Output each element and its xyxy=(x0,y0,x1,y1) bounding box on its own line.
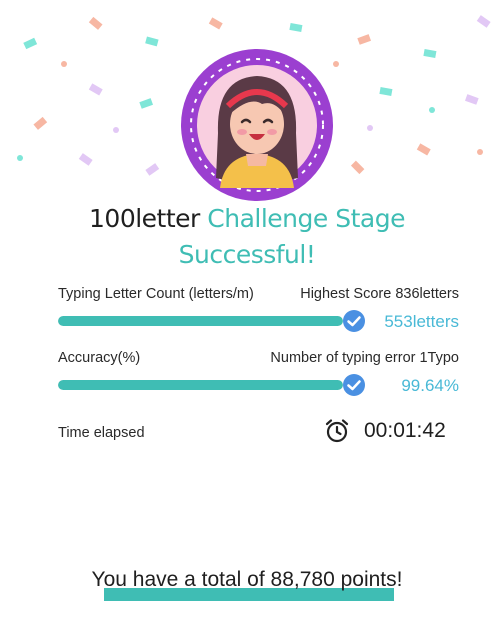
check-circle-icon xyxy=(343,310,365,332)
accuracy-label: Accuracy(%) xyxy=(58,350,141,366)
typing-count-value: 553letters xyxy=(384,312,459,331)
typing-count-label: Typing Letter Count (letters/m) xyxy=(58,286,254,302)
result-title: 100letter Challenge Stage xyxy=(0,204,494,233)
typing-count-bar-fill xyxy=(58,316,343,326)
title-prefix: 100letter xyxy=(89,204,200,233)
avatar xyxy=(180,48,334,202)
time-elapsed-value: 00:01:42 xyxy=(364,419,446,442)
accuracy-bar-fill xyxy=(58,380,343,390)
time-elapsed-label: Time elapsed xyxy=(58,425,145,441)
total-points: You have a total of 88,780 points! xyxy=(0,568,494,592)
title-success: Successful! xyxy=(178,240,316,269)
total-points-text: You have a total of 88,780 points! xyxy=(91,568,403,591)
highest-score-label: Highest Score 836letters xyxy=(300,286,459,302)
check-circle-icon xyxy=(343,374,365,396)
typing-error-label: Number of typing error 1Typo xyxy=(270,350,459,366)
accuracy-bar xyxy=(58,380,343,390)
alarm-clock-icon xyxy=(325,419,349,443)
girl-avatar-icon xyxy=(181,49,333,201)
typing-count-bar xyxy=(58,316,343,326)
title-highlight: Challenge Stage xyxy=(207,204,405,233)
accuracy-value: 99.64% xyxy=(401,376,459,395)
